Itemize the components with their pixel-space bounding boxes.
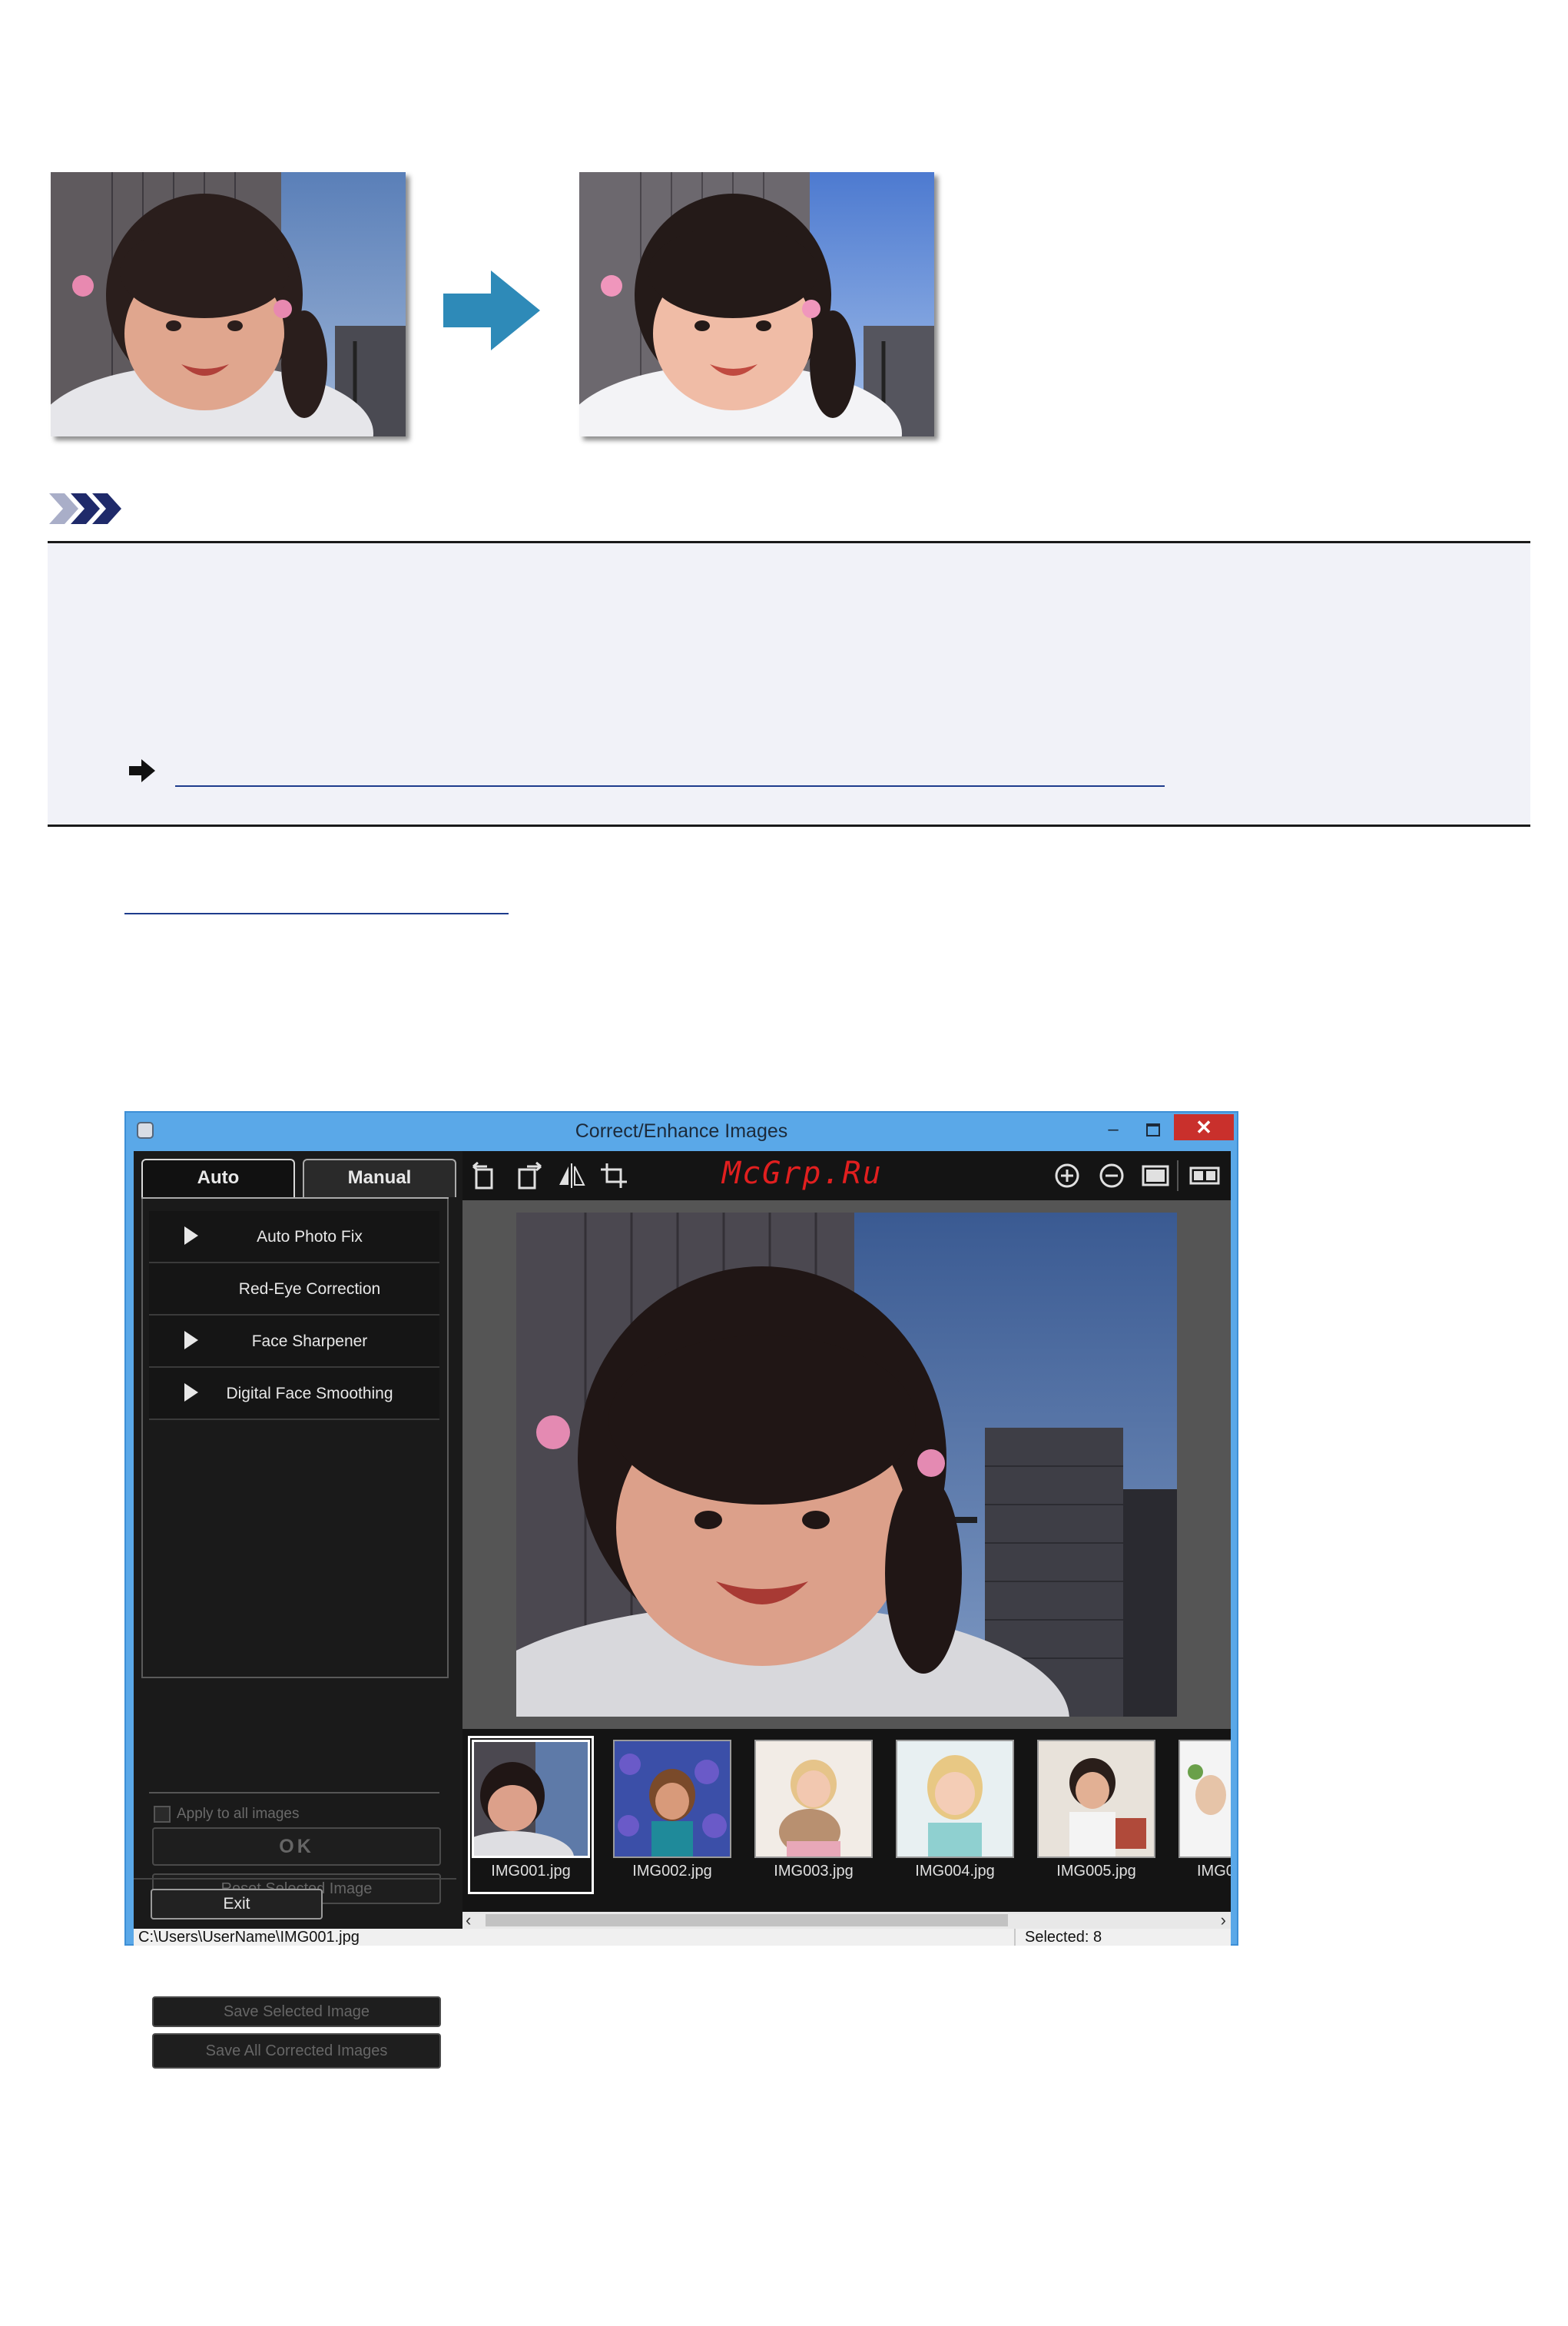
scrollbar-thumb[interactable]: [486, 1914, 1008, 1926]
thumbnail-strip: IMG001.jpg IMG002.jpg IMG003.jpg IMG004.…: [462, 1729, 1231, 1912]
thumbnail-caption: IMG003.jpg: [774, 1863, 854, 1880]
after-photo: [579, 172, 934, 436]
toolbar-divider: [1177, 1160, 1178, 1191]
thumbnail-caption: IMG002.jpg: [632, 1863, 712, 1880]
rotate-left-icon[interactable]: [470, 1162, 501, 1190]
note-link[interactable]: [175, 785, 1165, 787]
selected-count: Selected: 8: [1025, 1929, 1102, 1946]
thumbnail-img004[interactable]: IMG004.jpg: [896, 1740, 1014, 1890]
tab-auto[interactable]: Auto: [141, 1159, 295, 1197]
thumbnail-image: [613, 1740, 731, 1858]
arrow-right-icon: [443, 270, 540, 350]
thumbnail-caption: IMG005.jpg: [1056, 1863, 1136, 1880]
compare-icon[interactable]: [1188, 1162, 1222, 1190]
maximize-button[interactable]: [1137, 1119, 1168, 1142]
zoom-in-icon[interactable]: [1053, 1162, 1082, 1190]
apply-to-all-row[interactable]: Apply to all images: [154, 1806, 299, 1823]
status-bar: C:\Users\UserName\IMG001.jpg Selected: 8: [134, 1929, 1231, 1946]
face-sharpener-item[interactable]: Face Sharpener: [149, 1316, 439, 1368]
note-icon: [49, 493, 121, 524]
close-button[interactable]: ✕: [1174, 1114, 1234, 1140]
tab-manual[interactable]: Manual: [303, 1159, 456, 1197]
thumbnail-img005[interactable]: IMG005.jpg: [1037, 1740, 1155, 1890]
full-screen-icon[interactable]: [1140, 1162, 1171, 1190]
rotate-right-icon[interactable]: [513, 1162, 544, 1190]
minimize-button[interactable]: –: [1098, 1119, 1129, 1142]
correction-panel: Auto Manual Auto Photo Fix Red-Eye Corre…: [134, 1151, 456, 2069]
thumbnail-image: [896, 1740, 1014, 1858]
save-selected-image-button[interactable]: Save Selected Image: [152, 1996, 441, 2027]
thumbnail-img001[interactable]: IMG001.jpg: [468, 1736, 594, 1894]
window-title: Correct/Enhance Images: [575, 1120, 788, 1142]
body-link[interactable]: [124, 913, 509, 914]
thumbnail-img006[interactable]: IMG0: [1178, 1740, 1231, 1890]
thumbnail-caption: IMG001.jpg: [491, 1863, 571, 1880]
ok-button[interactable]: OK: [152, 1827, 441, 1866]
thumbnail-image: [754, 1740, 873, 1858]
thumbnail-img002[interactable]: IMG002.jpg: [613, 1740, 731, 1890]
thumbnail-image: [472, 1740, 590, 1858]
flip-icon[interactable]: [556, 1162, 587, 1190]
face-sharpener-label: Face Sharpener: [251, 1332, 368, 1350]
note-box: [48, 541, 1530, 827]
apply-to-all-checkbox[interactable]: [154, 1806, 171, 1823]
thumbnail-image: [1178, 1740, 1231, 1858]
zoom-out-icon[interactable]: [1097, 1162, 1126, 1190]
thumbnail-image: [1037, 1740, 1155, 1858]
app-window: Correct/Enhance Images – ✕ Auto Manual A…: [124, 1111, 1238, 2069]
crop-icon[interactable]: [599, 1162, 630, 1190]
file-path: C:\Users\UserName\IMG001.jpg: [138, 1929, 360, 1946]
thumbnail-img003[interactable]: IMG003.jpg: [754, 1740, 873, 1890]
title-bar: Correct/Enhance Images – ✕: [126, 1113, 1237, 1150]
exit-divider: [134, 1878, 456, 1880]
auto-photo-fix-item[interactable]: Auto Photo Fix: [149, 1211, 439, 1263]
scroll-right-icon[interactable]: ›: [1221, 1910, 1226, 1930]
digital-face-smoothing-item[interactable]: Digital Face Smoothing: [149, 1368, 439, 1420]
status-divider: [1014, 1929, 1016, 1946]
thumbnail-caption: IMG004.jpg: [915, 1863, 995, 1880]
save-all-corrected-images-button[interactable]: Save All Corrected Images: [152, 2033, 441, 2069]
window-client: Auto Manual Auto Photo Fix Red-Eye Corre…: [134, 1151, 1231, 2069]
toolbar: McGrp.Ru: [462, 1151, 1231, 1200]
watermark: McGrp.Ru: [722, 1156, 883, 1191]
red-eye-correction-item[interactable]: Red-Eye Correction: [149, 1263, 439, 1316]
digital-face-smoothing-label: Digital Face Smoothing: [226, 1385, 393, 1402]
apply-to-all-label: Apply to all images: [177, 1806, 300, 1823]
red-eye-correction-label: Red-Eye Correction: [238, 1280, 381, 1298]
exit-button[interactable]: Exit: [151, 1889, 323, 1920]
link-arrow-icon: [129, 759, 155, 782]
horizontal-scrollbar[interactable]: ‹ ›: [462, 1910, 1231, 1930]
divider: [149, 1792, 439, 1793]
preview-area: [462, 1200, 1231, 1729]
before-photo: [51, 172, 406, 436]
preview-image: [516, 1213, 1177, 1717]
scroll-left-icon[interactable]: ‹: [466, 1910, 471, 1930]
thumbnail-caption: IMG0: [1197, 1863, 1231, 1880]
auto-photo-fix-label: Auto Photo Fix: [257, 1228, 363, 1246]
